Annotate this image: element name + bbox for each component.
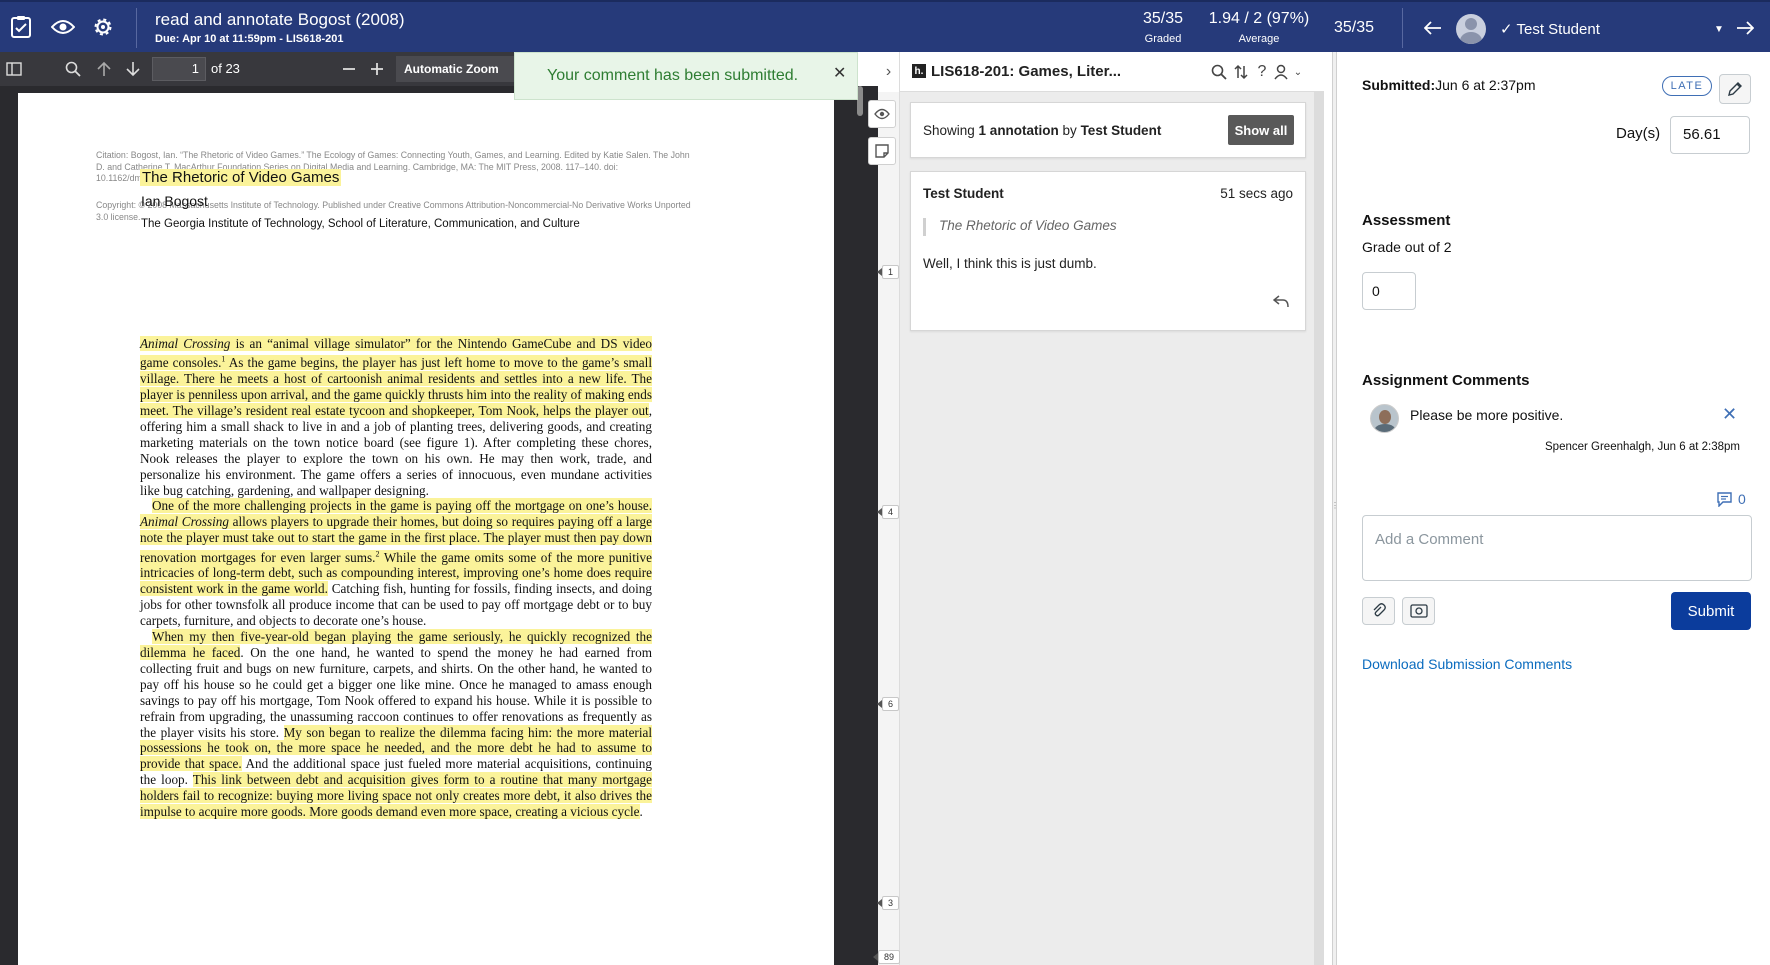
comment-text: Please be more positive.	[1410, 407, 1564, 423]
graded-value: 35/35	[1142, 10, 1184, 27]
eye-icon[interactable]	[46, 10, 80, 44]
annotation-card[interactable]: Test Student 51 secs ago The Rhetoric of…	[910, 171, 1306, 331]
header-divider	[1402, 8, 1403, 48]
article-body: Animal Crossing is an “animal village si…	[140, 336, 652, 820]
pencil-icon[interactable]	[1719, 74, 1751, 104]
student-selector[interactable]: ✓ Test Student	[1500, 20, 1600, 38]
page-number-input[interactable]: 1	[152, 57, 206, 81]
gear-icon[interactable]	[86, 10, 120, 44]
arrow-right-icon[interactable]	[1736, 18, 1755, 41]
average-stat: 1.94 / 2 (97%) Average	[1204, 10, 1314, 45]
article-author: Ian Bogost	[141, 193, 208, 209]
chevron-right-icon[interactable]: ›	[878, 52, 900, 92]
graded-stat: 35/35 Graded	[1128, 10, 1198, 45]
download-comments-link[interactable]: Download Submission Comments	[1362, 656, 1572, 672]
comments-heading: Assignment Comments	[1362, 372, 1530, 389]
paperclip-icon[interactable]	[1362, 597, 1395, 625]
annotation-quote: The Rhetoric of Video Games	[923, 218, 1117, 236]
days-late-label: Day(s)	[1616, 125, 1661, 142]
assignment-due-date: Due: Apr 10 at 11:59pm - LIS618-201	[155, 33, 344, 45]
graded-label: Graded	[1144, 33, 1182, 45]
annotation-bucket[interactable]: 89	[872, 950, 901, 964]
submit-button[interactable]: Submit	[1671, 592, 1751, 630]
annotation-bucket[interactable]: 1	[876, 265, 900, 279]
days-late-input[interactable]: 56.61	[1670, 116, 1750, 154]
article-title[interactable]: The Rhetoric of Video Games	[140, 169, 342, 186]
reply-icon[interactable]	[1271, 292, 1291, 310]
grade-out-of-label: Grade out of 2	[1362, 239, 1452, 255]
header-divider	[136, 8, 137, 48]
annotation-bucket[interactable]: 3	[876, 896, 900, 910]
page-total: of 23	[211, 61, 240, 76]
arrow-left-icon[interactable]	[1423, 18, 1442, 41]
paragraph-2: One of the more challenging projects in …	[140, 498, 652, 629]
success-toast: Your comment has been submitted. ✕	[514, 52, 858, 100]
sort-icon[interactable]	[1231, 62, 1251, 82]
add-comment-textarea[interactable]: Add a Comment	[1362, 515, 1752, 581]
student-name: Test Student	[1516, 21, 1600, 38]
student-position: 35/35	[1334, 19, 1375, 36]
comment-icon	[1717, 491, 1732, 507]
comment-count-value: 0	[1738, 491, 1746, 507]
speedgrader-app: read and annotate Bogost (2008) Due: Apr…	[0, 0, 1770, 965]
hypothesis-topbar: › h. LIS618-201: Games, Liter... ? ⌄	[878, 52, 1324, 92]
search-icon[interactable]	[62, 58, 84, 80]
highlight[interactable]: This link between debt and acquisition g…	[140, 772, 652, 820]
arrow-up-icon[interactable]	[93, 58, 115, 80]
annotation-user[interactable]: Test Student	[923, 186, 1004, 201]
eye-toggle-icon[interactable]	[868, 100, 896, 128]
group-title[interactable]: LIS618-201: Games, Liter...	[931, 63, 1121, 80]
submitted-info: Submitted:Jun 6 at 2:37pm	[1362, 77, 1536, 93]
delete-comment-icon[interactable]: ✕	[1722, 404, 1737, 425]
paragraph-1: Animal Crossing is an “animal village si…	[140, 336, 652, 498]
grade-input[interactable]: 0	[1362, 272, 1416, 310]
average-value: 1.94 / 2 (97%)	[1208, 10, 1310, 27]
plus-icon[interactable]	[366, 58, 388, 80]
hypothesis-scrollbar[interactable]	[1314, 92, 1324, 965]
annotation-bucket[interactable]: 6	[876, 697, 900, 711]
chevron-down-icon[interactable]: ⌄	[1288, 62, 1308, 82]
sidebar-toggle-icon[interactable]	[3, 58, 25, 80]
annotation-text: Well, I think this is just dumb.	[923, 256, 1097, 271]
close-icon[interactable]: ✕	[833, 63, 846, 83]
late-badge: LATE	[1662, 76, 1712, 96]
hypothesis-logo: h.	[912, 64, 926, 78]
chevron-down-icon[interactable]: ▼	[1714, 24, 1724, 35]
speedgrader-icon[interactable]	[4, 10, 38, 44]
search-icon[interactable]	[1209, 62, 1229, 82]
arrow-down-icon[interactable]	[122, 58, 144, 80]
showing-annotations-card: Showing 1 annotation by Test Student Sho…	[910, 102, 1306, 158]
student-avatar[interactable]	[1456, 14, 1486, 44]
assessment-heading: Assessment	[1362, 212, 1451, 229]
minus-icon[interactable]	[338, 58, 360, 80]
toast-message: Your comment has been submitted.	[547, 67, 799, 84]
media-icon[interactable]	[1402, 597, 1435, 625]
show-all-button[interactable]: Show all	[1228, 115, 1294, 145]
highlight[interactable]: Animal Crossing is an “animal village si…	[140, 336, 652, 419]
article-institution: The Georgia Institute of Technology, Sch…	[141, 218, 580, 230]
average-label: Average	[1238, 33, 1280, 45]
comment-meta: Spencer Greenhalgh, Jun 6 at 2:38pm	[1545, 441, 1740, 453]
assignment-title[interactable]: read and annotate Bogost (2008)	[155, 10, 405, 30]
annotation-bucket[interactable]: 4	[876, 505, 900, 519]
help-icon[interactable]: ?	[1252, 62, 1272, 82]
zoom-select[interactable]: Automatic Zoom	[396, 56, 514, 82]
comment-count[interactable]: 0	[1717, 491, 1746, 507]
top-header: read and annotate Bogost (2008) Due: Apr…	[0, 0, 1770, 52]
hypothesis-bucket-rail	[878, 92, 900, 965]
check-icon: ✓	[1500, 21, 1513, 38]
resize-grip-icon[interactable]: ⋮	[1331, 502, 1339, 524]
commenter-avatar	[1370, 404, 1399, 433]
showing-summary: Showing 1 annotation by Test Student	[923, 123, 1162, 138]
grading-panel	[1338, 52, 1770, 965]
annotation-time[interactable]: 51 secs ago	[1220, 186, 1293, 201]
page-note-icon[interactable]	[868, 137, 896, 165]
paragraph-3: When my then five-year-old began playing…	[140, 629, 652, 820]
